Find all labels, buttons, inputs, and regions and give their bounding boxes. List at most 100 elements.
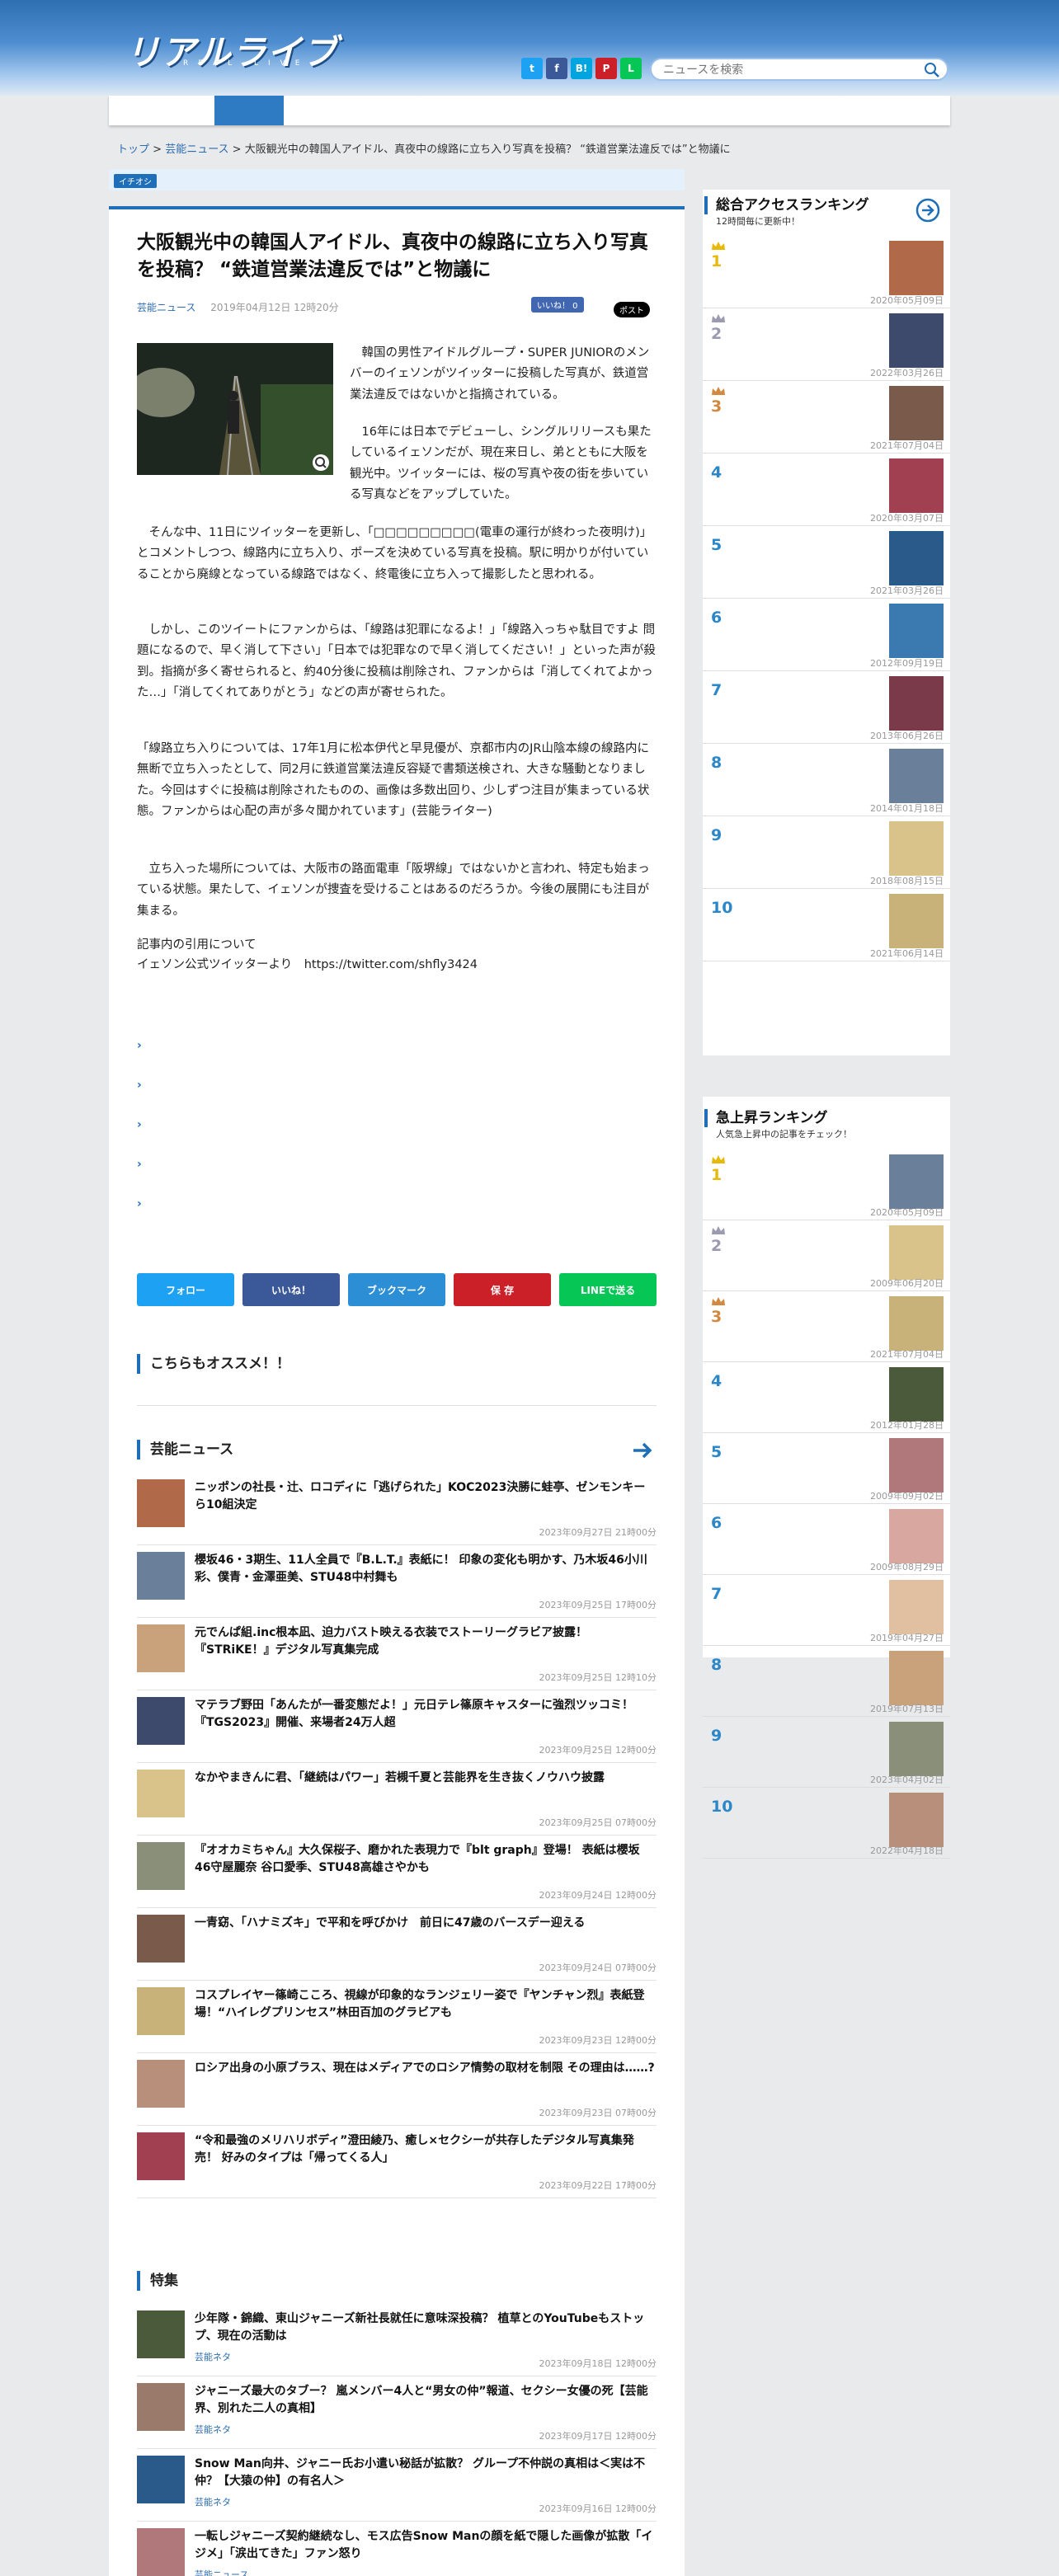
ranking-item[interactable]: 10 2021年06月14日 [703,889,950,961]
ranking-item[interactable]: 7 2019年04月27日 [703,1575,950,1646]
feature-list-item[interactable]: 一転しジャニーズ契約継続なし、モス広告Snow Manの顔を紙で隠した画像が拡散… [137,2528,657,2576]
news-list-item[interactable]: 一青窈、「ハナミズキ」で平和を呼びかけ 前日に47歳のバースデー迎える 2023年… [137,1915,657,1981]
news-thumbnail[interactable] [137,1770,185,1817]
feature-category[interactable]: 芸能ネタ [195,2495,231,2508]
nav-active-tab[interactable] [214,96,284,125]
feature-title[interactable]: 一転しジャニーズ契約継続なし、モス広告Snow Manの顔を紙で隠した画像が拡散… [195,2528,655,2563]
feature-list-item[interactable]: 少年隊・錦織、東山ジャニーズ新社長就任に意味深投稿？ 植草とのYouTubeもス… [137,2310,657,2376]
ranking-item[interactable]: 6 2009年08月29日 [703,1504,950,1575]
feature-thumbnail[interactable] [137,2310,185,2358]
breadcrumb-home[interactable]: トップ [117,143,149,156]
ranking-thumbnail[interactable] [889,1722,944,1776]
facebook-like-button[interactable]: いいね！ 0 [531,297,584,313]
ranking-item[interactable]: 10 2022年04月18日 [703,1788,950,1859]
ranking-item[interactable]: 5 2021年03月26日 [703,526,950,599]
news-list-item[interactable]: 『オオカミちゃん』大久保桜子、磨かれた表現力で『blt graph』登場！ 表紙… [137,1842,657,1908]
arrow-right-icon[interactable] [630,1438,655,1463]
search-input[interactable] [663,62,911,78]
news-list-item[interactable]: “令和最強のメリハリボディ”澄田綾乃、癒し×セクシーが共存したデジタル写真集発売… [137,2132,657,2198]
ranking-item[interactable]: 3 2021年07月04日 [703,1291,950,1362]
breadcrumb-category[interactable]: 芸能ニュース [165,143,228,156]
news-list-item[interactable]: ロシア出身の小原ブラス、現在はメディアでのロシア情勢の取材を制限 その理由は……… [137,2060,657,2126]
hatena-share-icon[interactable]: B! [571,58,592,79]
feature-title[interactable]: Snow Man向井、ジャニー氏お小遣い秘話が拡散？ グループ不仲説の真相は＜実… [195,2456,655,2490]
share-button[interactable]: 保 存 [454,1273,551,1306]
ranking-thumbnail[interactable] [889,604,944,658]
ranking-item[interactable]: 4 2012年01月28日 [703,1362,950,1433]
news-list-item[interactable]: 元でんぱ組.inc根本凪、迫力バスト映える衣装でストーリーグラビア披露！『STR… [137,1624,657,1690]
news-thumbnail[interactable] [137,1842,185,1890]
news-list-item[interactable]: コスプレイヤー篠崎こころ、視線が印象的なランジェリー姿で『ヤンチャン烈』表紙登場… [137,1987,657,2053]
share-button[interactable]: LINEで送る [559,1273,657,1306]
link-bullet-icon[interactable]: › [137,1197,142,1210]
news-list-item[interactable]: なかやまきんに君、「継続はパワー」若槻千夏と芸能界を生き抜くノウハウ披露 2023… [137,1770,657,1836]
line-share-icon[interactable]: L [620,58,642,79]
ranking-thumbnail[interactable] [889,894,944,948]
ranking-item[interactable]: 9 2023年04月02日 [703,1717,950,1788]
news-thumbnail[interactable] [137,1697,185,1745]
ranking-thumbnail[interactable] [889,241,944,295]
ranking-thumbnail[interactable] [889,1225,944,1280]
feature-thumbnail[interactable] [137,2383,185,2431]
article-category[interactable]: 芸能ニュース [137,302,195,313]
ranking-thumbnail[interactable] [889,458,944,513]
ranking-item[interactable]: 5 2009年09月02日 [703,1433,950,1504]
ranking-thumbnail[interactable] [889,1651,944,1705]
news-list-item[interactable]: 櫻坂46・3期生、11人全員で『B.L.T.』表紙に！ 印象の変化も明かす、乃木… [137,1552,657,1618]
news-thumbnail[interactable] [137,1624,185,1672]
facebook-share-icon[interactable]: f [546,58,567,79]
feature-title[interactable]: 少年隊・錦織、東山ジャニーズ新社長就任に意味深投稿？ 植草とのYouTubeもス… [195,2310,655,2345]
news-title[interactable]: 『オオカミちゃん』大久保桜子、磨かれた表現力で『blt graph』登場！ 表紙… [195,1842,655,1877]
news-list-item[interactable]: マテラブ野田「あんたが一番変態だよ！」元日テレ篠原キャスターに強烈ツッコミ！『T… [137,1697,657,1763]
search-icon[interactable] [924,62,940,78]
feature-category[interactable]: 芸能ニュース [195,2568,248,2576]
link-bullet-icon[interactable]: › [137,1158,142,1171]
ranking-thumbnail[interactable] [889,531,944,585]
x-post-button[interactable]: ポスト [614,302,650,317]
feature-thumbnail[interactable] [137,2528,185,2576]
news-list-item[interactable]: ニッポンの社長・辻、ロコディに「逃げられた」KOC2023決勝に蛙亭、ゼンモンキ… [137,1479,657,1545]
feature-title[interactable]: ジャニーズ最大のタブー？ 嵐メンバー4人と“男女の仲”報道、セクシー女優の死【芸… [195,2383,655,2418]
feature-list-item[interactable]: Snow Man向井、ジャニー氏お小遣い秘話が拡散？ グループ不仲説の真相は＜実… [137,2456,657,2522]
ranking-thumbnail[interactable] [889,386,944,440]
news-title[interactable]: ロシア出身の小原ブラス、現在はメディアでのロシア情勢の取材を制限 その理由は……… [195,2060,655,2077]
feature-thumbnail[interactable] [137,2456,185,2503]
ranking-thumbnail[interactable] [889,821,944,876]
news-thumbnail[interactable] [137,1479,185,1527]
link-bullet-icon[interactable]: › [137,1039,142,1052]
ranking-thumbnail[interactable] [889,1367,944,1422]
article-photo[interactable] [137,343,333,475]
news-thumbnail[interactable] [137,1552,185,1600]
news-thumbnail[interactable] [137,2132,185,2180]
ranking-thumbnail[interactable] [889,1509,944,1563]
circle-arrow-icon[interactable] [915,198,940,223]
news-thumbnail[interactable] [137,2060,185,2108]
citation-source[interactable]: イェソン公式ツイッターより https://twitter.com/shfly3… [137,955,657,975]
ranking-item[interactable]: 9 2018年08月15日 [703,816,950,889]
ranking-thumbnail[interactable] [889,313,944,368]
ranking-thumbnail[interactable] [889,1154,944,1209]
ranking-item[interactable]: 1 2020年05月09日 [703,1149,950,1220]
twitter-share-icon[interactable]: t [521,58,543,79]
news-title[interactable]: “令和最強のメリハリボディ”澄田綾乃、癒し×セクシーが共存したデジタル写真集発売… [195,2132,655,2167]
share-button[interactable]: ブックマーク [348,1273,445,1306]
ranking-thumbnail[interactable] [889,1296,944,1351]
ranking-item[interactable]: 1 2020年05月09日 [703,236,950,308]
news-title[interactable]: コスプレイヤー篠崎こころ、視線が印象的なランジェリー姿で『ヤンチャン烈』表紙登場… [195,1987,655,2022]
news-title[interactable]: ニッポンの社長・辻、ロコディに「逃げられた」KOC2023決勝に蛙亭、ゼンモンキ… [195,1479,655,1514]
ranking-thumbnail[interactable] [889,749,944,803]
zoom-icon[interactable] [312,454,330,472]
feature-category[interactable]: 芸能ネタ [195,2350,231,2363]
news-thumbnail[interactable] [137,1987,185,2035]
share-button[interactable]: いいね！ [242,1273,340,1306]
ranking-item[interactable]: 6 2012年09月19日 [703,599,950,671]
news-title[interactable]: 櫻坂46・3期生、11人全員で『B.L.T.』表紙に！ 印象の変化も明かす、乃木… [195,1552,655,1586]
link-bullet-icon[interactable]: › [137,1118,142,1131]
feature-list-item[interactable]: ジャニーズ最大のタブー？ 嵐メンバー4人と“男女の仲”報道、セクシー女優の死【芸… [137,2383,657,2449]
news-title[interactable]: 一青窈、「ハナミズキ」で平和を呼びかけ 前日に47歳のバースデー迎える [195,1915,655,1932]
news-title[interactable]: マテラブ野田「あんたが一番変態だよ！」元日テレ篠原キャスターに強烈ツッコミ！『T… [195,1697,655,1732]
link-bullet-icon[interactable]: › [137,1079,142,1092]
ranking-item[interactable]: 4 2020年03月07日 [703,454,950,526]
ranking-thumbnail[interactable] [889,1580,944,1634]
ranking-item[interactable]: 8 2014年01月18日 [703,744,950,816]
